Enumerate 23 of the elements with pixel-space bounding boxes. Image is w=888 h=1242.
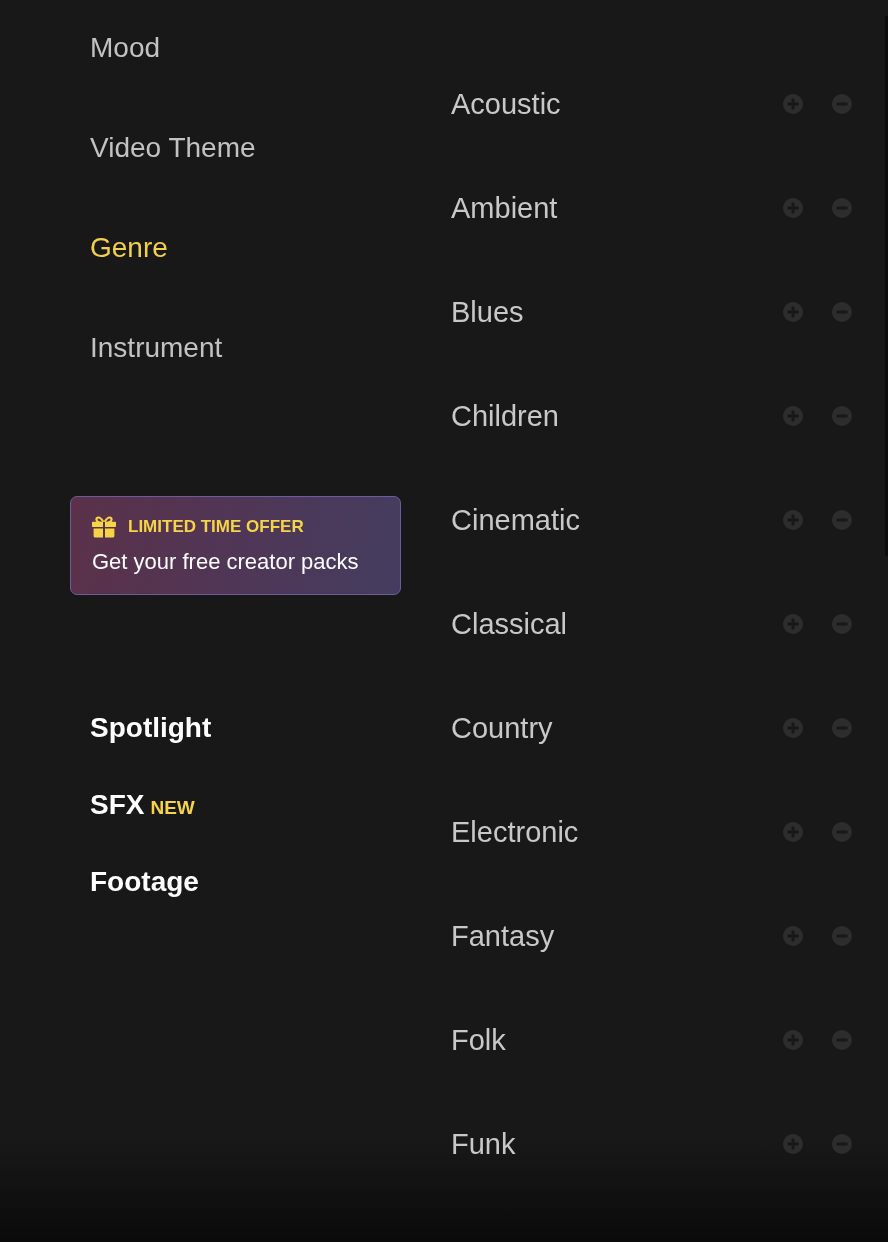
genre-label: Acoustic: [451, 87, 561, 122]
genre-label: Country: [451, 711, 553, 746]
promo-banner[interactable]: LIMITED TIME OFFER Get your free creator packs: [70, 496, 401, 595]
genre-label: Cinematic: [451, 503, 580, 538]
category-tab[interactable]: Mood: [90, 28, 161, 68]
section-link[interactable]: SFX: [90, 785, 145, 825]
gift-icon: [92, 516, 116, 538]
category-tab[interactable]: Genre: [90, 228, 168, 268]
genre-label: Electronic: [451, 815, 579, 850]
promo-title: LIMITED TIME OFFER: [128, 516, 304, 538]
genre-label: Ambient: [451, 191, 558, 226]
new-label: NEW: [150, 797, 195, 819]
genre-label: Fantasy: [451, 919, 555, 954]
genre-label: Blues: [451, 295, 524, 330]
genre-label: Children: [451, 399, 559, 434]
category-tab[interactable]: Video Theme: [90, 128, 256, 168]
section-link[interactable]: Spotlight: [90, 708, 212, 748]
category-tab[interactable]: Instrument: [90, 328, 223, 368]
genre-label: Folk: [451, 1023, 506, 1058]
section-link[interactable]: Footage: [90, 862, 199, 902]
genre-label: Classical: [451, 607, 568, 642]
genre-label: Funk: [451, 1127, 516, 1162]
promo-text: Get your free creator packs: [92, 549, 360, 575]
